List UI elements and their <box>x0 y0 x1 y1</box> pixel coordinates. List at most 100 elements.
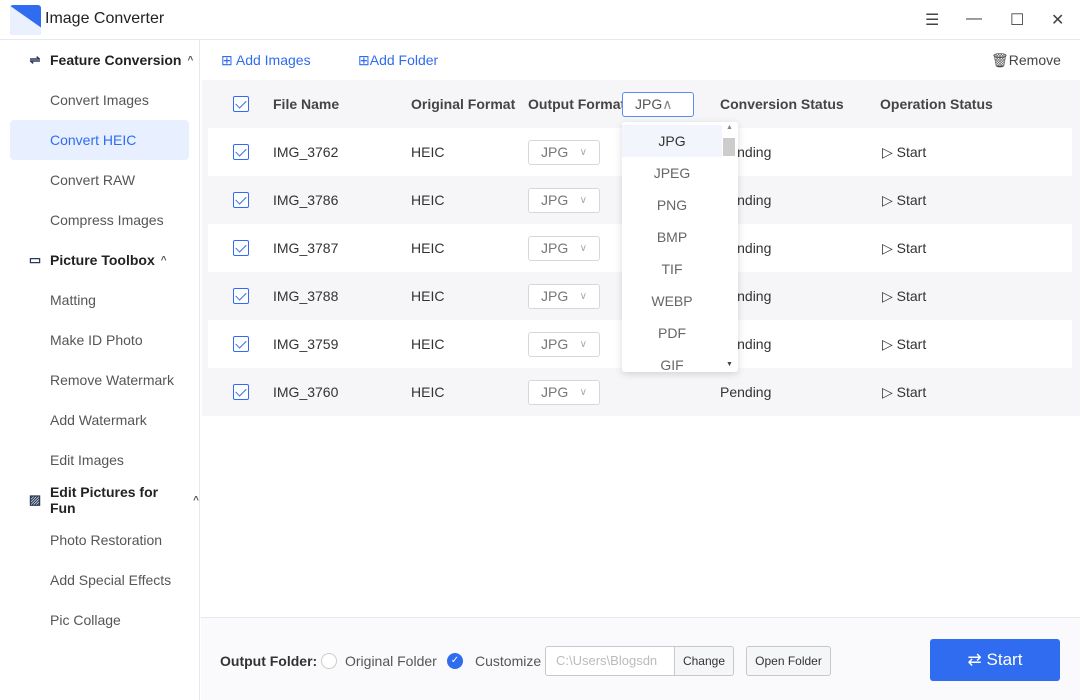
chevron-down-icon: ∨ <box>579 387 587 398</box>
add-images-button[interactable]: ⊞ Add Images <box>221 52 311 69</box>
format-option[interactable]: TIF <box>622 253 722 285</box>
sidebar-group-label: Picture Toolbox <box>50 252 155 268</box>
sidebar-item[interactable]: Convert Images <box>10 80 189 120</box>
scroll-down-icon[interactable]: ▼ <box>726 361 733 368</box>
toolbox-icon: ▭ <box>28 252 42 267</box>
sidebar-item[interactable]: Compress Images <box>10 200 189 240</box>
format-option[interactable]: BMP <box>622 221 722 253</box>
start-all-button[interactable]: ⇄ Start <box>930 639 1060 681</box>
chevron-down-icon: ∨ <box>579 195 587 206</box>
toolbar: ⊞ Add Images ⊞Add Folder 🗑Remove <box>201 40 1080 80</box>
sidebar-item[interactable]: Make ID Photo <box>10 320 189 360</box>
sidebar-item[interactable]: Photo Restoration <box>10 520 189 560</box>
file-name: IMG_3786 <box>273 192 339 208</box>
output-format-select[interactable]: JPG ∨ <box>528 236 600 261</box>
open-folder-button[interactable]: Open Folder <box>746 646 831 676</box>
chevron-up-icon: ^ <box>193 494 199 506</box>
row-start-label: Start <box>896 336 927 352</box>
row-start-button[interactable]: ▷ Start <box>882 320 926 368</box>
table-header: File Name Original Format Output Format … <box>208 80 1072 128</box>
row-start-button[interactable]: ▷ Start <box>882 176 926 224</box>
maximize-button[interactable]: ☐ <box>1010 10 1024 30</box>
original-format: HEIC <box>411 240 445 256</box>
chevron-down-icon: ∨ <box>579 147 587 158</box>
play-icon: ▷ <box>882 144 893 160</box>
original-format: HEIC <box>411 144 445 160</box>
customize-radio-checked-icon[interactable]: ✓ <box>447 653 463 669</box>
format-option[interactable]: PDF <box>622 317 722 349</box>
output-format-select[interactable]: JPG ∨ <box>528 140 600 165</box>
sidebar-item[interactable]: Matting <box>10 280 189 320</box>
play-icon: ▷ <box>882 384 893 400</box>
add-file-icon: ⊞ <box>221 52 233 68</box>
file-name: IMG_3760 <box>273 384 339 400</box>
title-bar: Image Converter ☰ — ☐ ✕ <box>0 0 1080 40</box>
scroll-up-icon[interactable]: ▲ <box>726 124 733 131</box>
sidebar-group[interactable]: ▨ Edit Pictures for Fun ^ <box>0 480 199 520</box>
row-checkbox[interactable] <box>233 192 249 208</box>
sidebar-item[interactable]: Add Special Effects <box>10 560 189 600</box>
select-all-checkbox[interactable] <box>233 96 249 112</box>
output-path-input[interactable]: C:\Users\Blogsdn <box>545 646 675 676</box>
sidebar-item[interactable]: Add Watermark <box>10 400 189 440</box>
output-format-select[interactable]: JPG ∨ <box>528 332 600 357</box>
remove-label: Remove <box>1008 52 1061 68</box>
header-operation-status: Operation Status <box>880 96 993 112</box>
play-icon: ▷ <box>882 288 893 304</box>
minimize-button[interactable]: — <box>966 10 982 28</box>
dropdown-scrollbar[interactable]: ▲ ▼ <box>722 122 738 372</box>
format-option[interactable]: GIF <box>622 349 722 372</box>
sidebar-item[interactable]: Convert HEIC <box>10 120 189 160</box>
sidebar-item[interactable]: Convert RAW <box>10 160 189 200</box>
remove-button[interactable]: 🗑Remove <box>991 52 1061 69</box>
output-format-value: JPG <box>541 192 569 208</box>
sidebar-group-label: Feature Conversion <box>50 52 182 68</box>
output-format-all-select[interactable]: JPG∧ <box>622 92 694 117</box>
row-checkbox[interactable] <box>233 288 249 304</box>
output-format-select[interactable]: JPG ∨ <box>528 188 600 213</box>
close-button[interactable]: ✕ <box>1051 10 1064 30</box>
scroll-thumb[interactable] <box>723 138 735 156</box>
original-format: HEIC <box>411 384 445 400</box>
output-folder-label: Output Folder: <box>220 653 318 669</box>
sidebar-item[interactable]: Pic Collage <box>10 600 189 640</box>
row-start-label: Start <box>896 144 927 160</box>
row-start-button[interactable]: ▷ Start <box>882 128 926 176</box>
format-option[interactable]: JPG <box>622 125 722 157</box>
row-start-label: Start <box>896 384 927 400</box>
sidebar-group[interactable]: ⇌ Feature Conversion ^ <box>0 40 199 80</box>
row-start-button[interactable]: ▷ Start <box>882 224 926 272</box>
sidebar-group[interactable]: ▭ Picture Toolbox ^ <box>0 240 199 280</box>
add-folder-button[interactable]: ⊞Add Folder <box>358 52 438 69</box>
header-conversion-status: Conversion Status <box>720 96 844 112</box>
row-checkbox[interactable] <box>233 384 249 400</box>
row-start-button[interactable]: ▷ Start <box>882 272 926 320</box>
original-format: HEIC <box>411 336 445 352</box>
original-folder-label: Original Folder <box>345 653 437 669</box>
original-folder-radio[interactable] <box>321 653 337 669</box>
output-format-select[interactable]: JPG ∨ <box>528 380 600 405</box>
chevron-up-icon: ^ <box>187 54 194 66</box>
sidebar-item[interactable]: Edit Images <box>10 440 189 480</box>
chevron-down-icon: ∨ <box>579 243 587 254</box>
add-images-label: Add Images <box>235 52 311 68</box>
file-name: IMG_3762 <box>273 144 339 160</box>
row-start-label: Start <box>896 240 927 256</box>
row-checkbox[interactable] <box>233 240 249 256</box>
sidebar-item[interactable]: Remove Watermark <box>10 360 189 400</box>
format-option[interactable]: PNG <box>622 189 722 221</box>
output-format-select[interactable]: JPG ∨ <box>528 284 600 309</box>
trash-icon: 🗑 <box>991 52 1009 68</box>
file-name: IMG_3787 <box>273 240 339 256</box>
change-button[interactable]: Change <box>674 646 734 676</box>
format-option[interactable]: WEBP <box>622 285 722 317</box>
row-checkbox[interactable] <box>233 336 249 352</box>
original-format: HEIC <box>411 192 445 208</box>
output-format-all-value: JPG <box>635 96 663 112</box>
format-option[interactable]: JPEG <box>622 157 722 189</box>
row-start-button[interactable]: ▷ Start <box>882 368 926 416</box>
chevron-down-icon: ∨ <box>579 339 587 350</box>
header-output-format: Output Format <box>528 96 626 112</box>
menu-icon[interactable]: ☰ <box>925 10 939 30</box>
row-checkbox[interactable] <box>233 144 249 160</box>
